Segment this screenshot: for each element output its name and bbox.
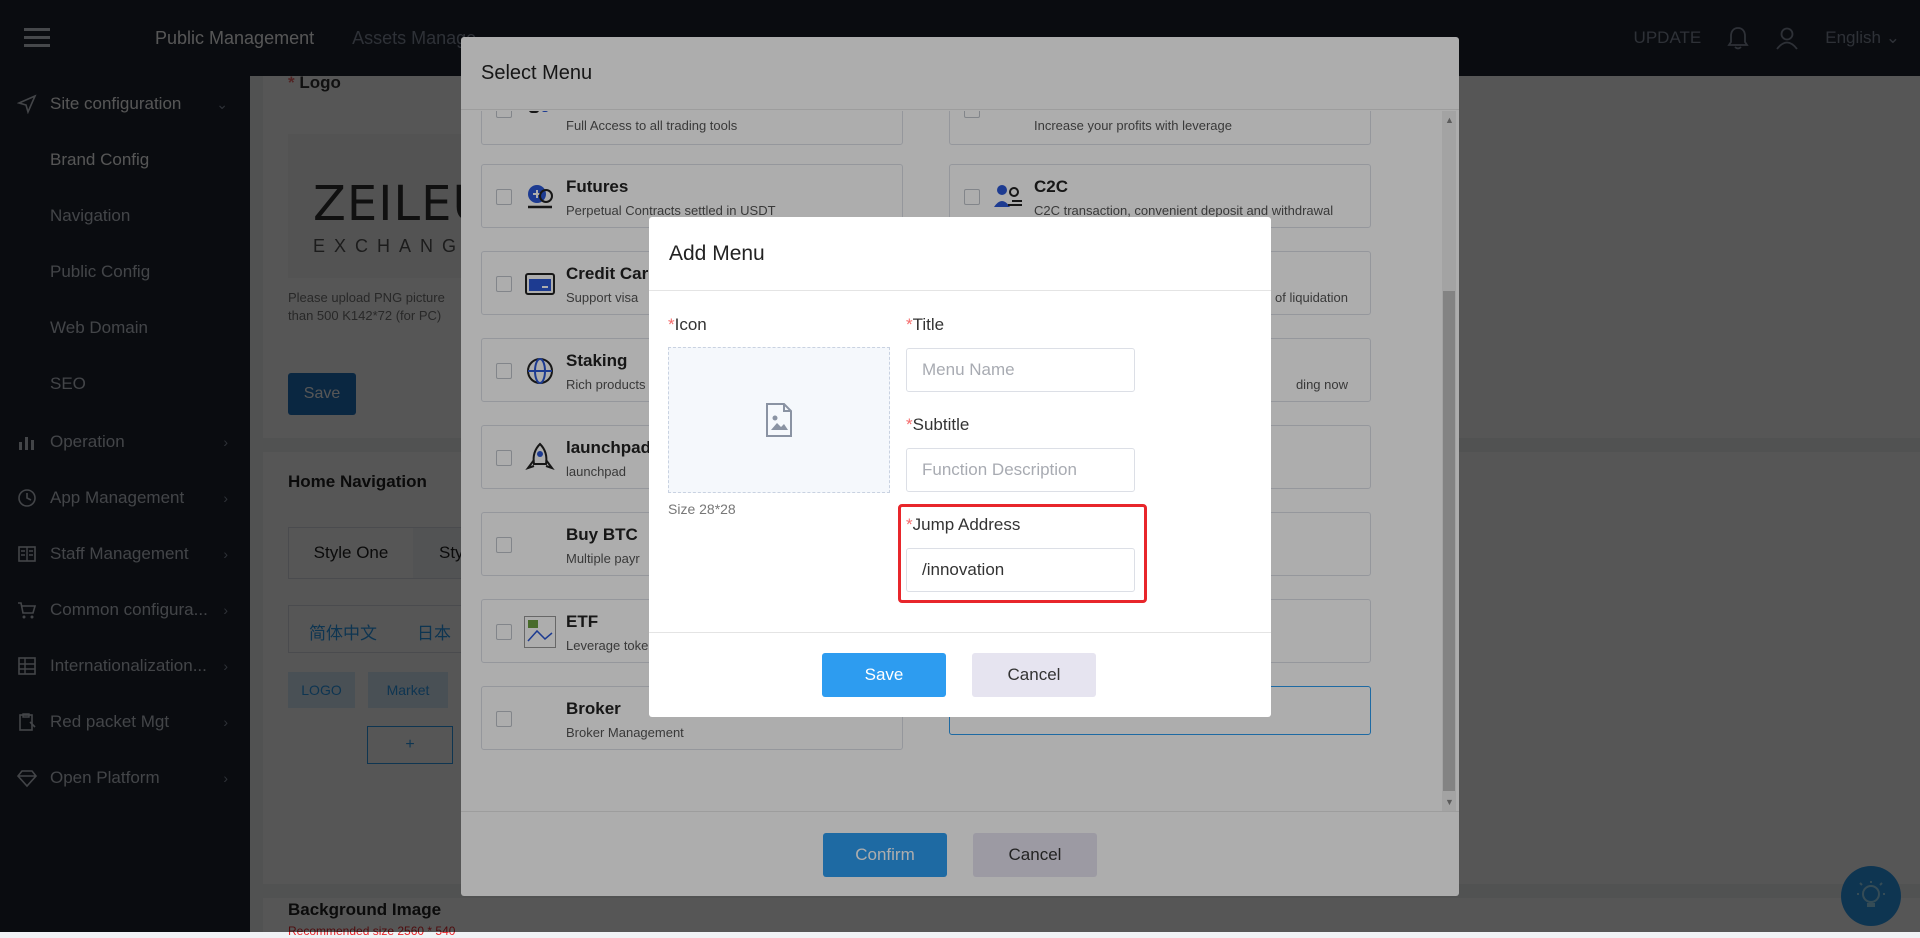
subtitle-input[interactable]: [906, 448, 1135, 492]
save-button[interactable]: Save: [822, 653, 946, 697]
jump-address-label: *Jump Address: [906, 515, 1021, 534]
icon-size-hint: Size 28*28: [668, 501, 736, 517]
add-menu-dialog: Add Menu *Icon Size 28*28 *Title *Subtit…: [649, 217, 1271, 717]
dialog-footer-divider: [649, 632, 1271, 633]
cancel-button[interactable]: Cancel: [972, 653, 1096, 697]
icon-upload[interactable]: [668, 347, 890, 493]
dialog-title: Add Menu: [649, 217, 1271, 291]
subtitle-label: *Subtitle: [906, 415, 970, 434]
image-placeholder-icon: [766, 403, 792, 437]
title-input[interactable]: [906, 348, 1135, 392]
jump-address-input[interactable]: [906, 548, 1135, 592]
icon-label: *Icon: [668, 315, 707, 334]
title-label: *Title: [906, 315, 945, 334]
